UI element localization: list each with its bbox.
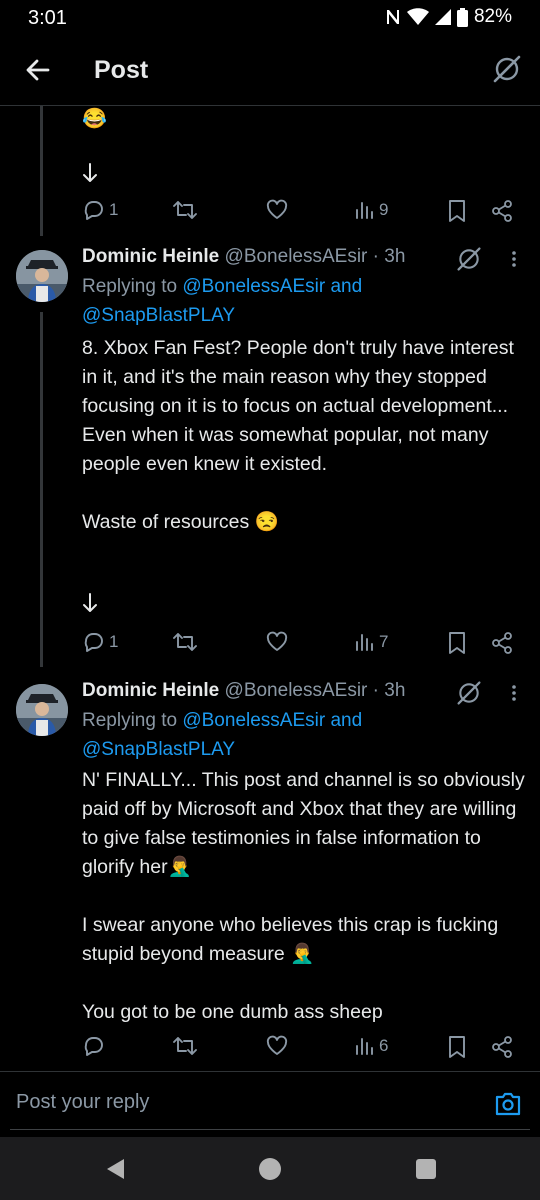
share-icon[interactable]: [490, 199, 514, 223]
reply-button[interactable]: 1: [82, 630, 118, 654]
heart-icon: [266, 1035, 288, 1055]
reply-input[interactable]: Post your reply: [16, 1091, 149, 1114]
post-time: · 3h: [372, 680, 406, 701]
post-paragraph: 8. Xbox Fan Fest? People don't truly hav…: [82, 337, 514, 475]
avatar[interactable]: [16, 684, 68, 736]
post-author-row: Dominic Heinle @BonelessAEsir · 3h: [82, 246, 405, 268]
post-time: · 3h: [372, 246, 406, 267]
views-button[interactable]: 9: [354, 198, 388, 222]
post-body: 8. Xbox Fan Fest? People don't truly hav…: [82, 334, 527, 537]
status-bar: 3:01 82%: [0, 0, 540, 36]
author-name[interactable]: Dominic Heinle: [82, 246, 219, 267]
bookmark-icon[interactable]: [446, 199, 468, 223]
post-tail: 😂 1 9: [0, 106, 540, 230]
system-nav-bar: [0, 1137, 540, 1200]
views-count: 7: [379, 632, 389, 651]
like-button[interactable]: [265, 1034, 289, 1058]
views-icon: [356, 1038, 373, 1055]
emoji: 😂: [82, 108, 107, 130]
replying-to-link[interactable]: @SnapBlastPLAY: [82, 305, 235, 326]
like-button[interactable]: [265, 198, 289, 222]
heart-icon: [266, 199, 288, 219]
author-handle[interactable]: @BonelessAEsir: [225, 246, 368, 267]
replying-to: Replying to @BonelessAEsir and @SnapBlas…: [82, 706, 362, 764]
reply-post[interactable]: Dominic Heinle @BonelessAEsir · 3h Reply…: [0, 670, 540, 1070]
reply-button[interactable]: 1: [82, 198, 118, 222]
top-app-bar: Post: [0, 36, 540, 106]
bookmark-icon[interactable]: [446, 1035, 468, 1059]
battery-icon: [456, 7, 468, 27]
reply-count: 1: [109, 632, 119, 651]
like-button[interactable]: [265, 630, 289, 654]
repost-button[interactable]: [172, 630, 198, 654]
post-paragraph: You got to be one dumb ass sheep: [82, 1001, 383, 1023]
post-paragraph: Waste of resources 😒: [82, 511, 279, 533]
replying-to-link[interactable]: @BonelessAEsir and: [182, 710, 362, 731]
wifi-icon: [406, 8, 429, 25]
grok-icon[interactable]: [456, 680, 482, 706]
nav-back-icon[interactable]: [104, 1157, 126, 1181]
grok-icon[interactable]: [492, 54, 522, 84]
repost-icon: [173, 1037, 197, 1055]
arrow-down-icon: [83, 163, 97, 182]
repost-icon: [173, 633, 197, 651]
arrow-down-icon: [83, 593, 97, 612]
camera-icon[interactable]: [494, 1091, 522, 1117]
views-icon: [356, 634, 373, 651]
post-actions: 1 7: [82, 630, 522, 658]
heart-icon: [266, 631, 288, 651]
replying-to-prefix: Replying to: [82, 276, 178, 297]
reply-button[interactable]: [82, 1034, 106, 1058]
more-options-icon[interactable]: [508, 246, 520, 272]
replying-to-prefix: Replying to: [82, 710, 178, 731]
reply-count: 1: [109, 200, 119, 219]
avatar[interactable]: [16, 250, 68, 302]
replying-to-link[interactable]: @SnapBlastPLAY: [82, 739, 235, 760]
nav-home-icon[interactable]: [258, 1157, 282, 1181]
avatar-image: [16, 250, 68, 302]
post-author-row: Dominic Heinle @BonelessAEsir · 3h: [82, 680, 405, 702]
views-icon: [356, 202, 373, 219]
post-body: N' FINALLY... This post and channel is s…: [82, 766, 527, 1027]
status-icons: 82%: [385, 6, 512, 28]
reply-icon: [84, 1037, 103, 1056]
replying-to: Replying to @BonelessAEsir and @SnapBlas…: [82, 272, 362, 330]
grok-icon[interactable]: [456, 246, 482, 272]
post-paragraph: I swear anyone who believes this crap is…: [82, 914, 499, 965]
reply-icon: [84, 201, 103, 220]
author-handle[interactable]: @BonelessAEsir: [225, 680, 368, 701]
divider: [0, 1071, 540, 1072]
views-button[interactable]: 6: [354, 1034, 388, 1058]
repost-button[interactable]: [172, 1034, 198, 1058]
share-icon[interactable]: [490, 1035, 514, 1059]
more-options-icon[interactable]: [508, 680, 520, 706]
nav-recents-icon[interactable]: [415, 1158, 437, 1180]
battery-percent: 82%: [473, 6, 512, 27]
back-arrow-icon[interactable]: [22, 54, 54, 86]
views-button[interactable]: 7: [354, 630, 388, 654]
signal-icon: [434, 9, 451, 25]
post-actions: 1 9: [82, 198, 522, 226]
views-count: 9: [379, 200, 389, 219]
reply-composer: Post your reply: [0, 1071, 540, 1137]
share-icon[interactable]: [490, 631, 514, 655]
author-name[interactable]: Dominic Heinle: [82, 680, 219, 701]
repost-icon: [173, 201, 197, 219]
n-icon: [386, 10, 399, 24]
avatar-image: [16, 684, 68, 736]
status-time: 3:01: [28, 7, 67, 29]
page-title: Post: [94, 56, 149, 84]
views-count: 6: [379, 1036, 389, 1055]
reply-post[interactable]: Dominic Heinle @BonelessAEsir · 3h Reply…: [0, 236, 540, 666]
reply-icon: [84, 633, 103, 652]
input-underline: [10, 1129, 530, 1130]
post-actions: 6: [82, 1034, 522, 1062]
bookmark-icon[interactable]: [446, 631, 468, 655]
post-paragraph: N' FINALLY... This post and channel is s…: [82, 769, 525, 878]
replying-to-link[interactable]: @BonelessAEsir and: [182, 276, 362, 297]
repost-button[interactable]: [172, 198, 198, 222]
